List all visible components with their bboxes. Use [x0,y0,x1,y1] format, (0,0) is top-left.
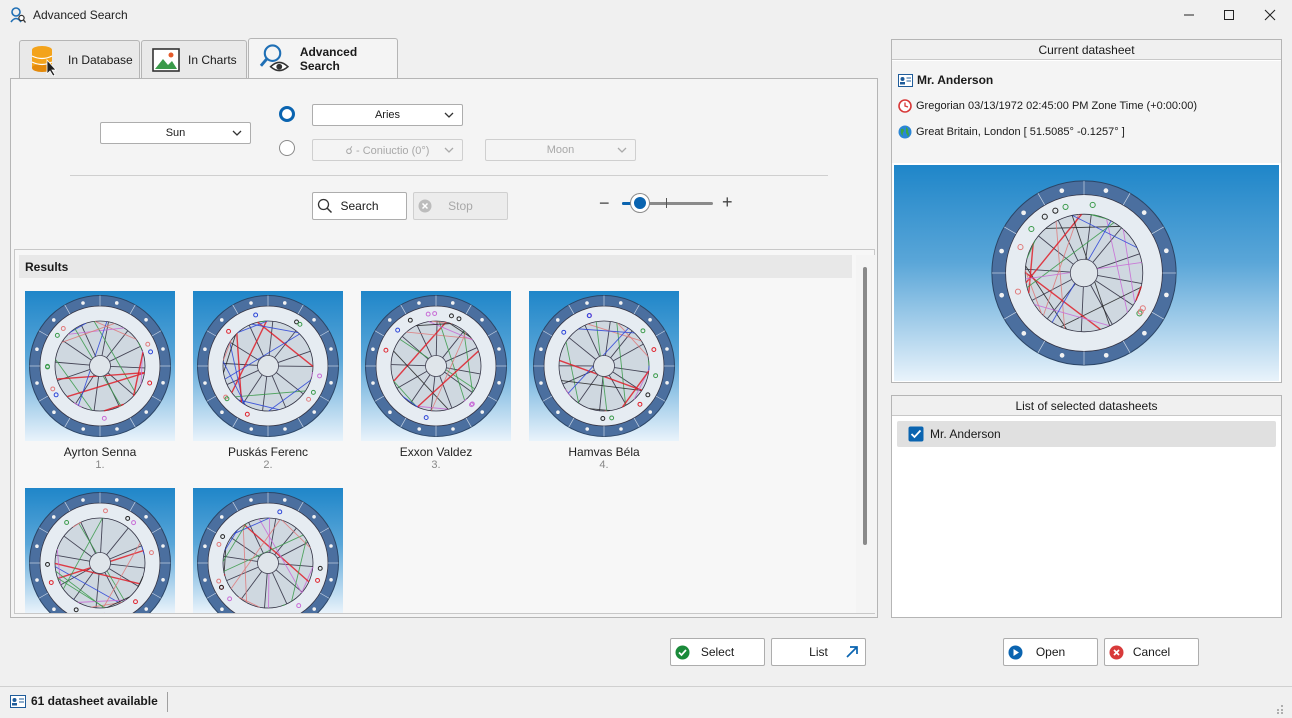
selected-datasheet-label: Mr. Anderson [930,427,1001,441]
cancel-button-label: Cancel [1132,645,1171,659]
checkbox-checked-icon[interactable] [908,426,924,442]
minimize-icon [1184,14,1194,16]
database-icon [31,45,57,76]
tab-label: Advanced Search [299,45,358,73]
planet-select[interactable]: Sun [100,122,251,144]
results-scrollbar[interactable] [856,255,875,613]
current-datasheet-title: Current datasheet [892,40,1281,60]
zoom-slider-tick [666,198,667,208]
astro-wheel-icon [365,295,507,437]
open-button-label: Open [1035,645,1066,659]
aspect-planet-select[interactable]: Moon [485,139,636,161]
zoom-in-button[interactable]: + [722,192,733,213]
astro-wheel-icon [29,295,171,437]
result-index: 2. [263,459,273,471]
result-chart-thumbnail[interactable] [25,488,175,613]
maximize-icon [1224,10,1234,20]
result-chart-thumbnail[interactable] [361,291,511,441]
result-chart-thumbnail[interactable] [529,291,679,441]
window-title: Advanced Search [33,8,128,22]
sign-select-value: Aries [374,109,401,121]
result-name: Ayrton Senna [63,445,137,459]
result-index: 4. [599,459,609,471]
criteria-divider [70,175,828,176]
play-circle-icon [1008,645,1023,660]
current-chart-image [894,165,1279,381]
status-text: 61 datasheet available [31,694,158,708]
result-index: 1. [95,459,105,471]
title-bar: Advanced Search [0,0,1292,30]
result-name: Exxon Valdez [399,445,473,459]
close-icon [1264,9,1276,21]
id-card-icon [898,73,913,87]
search-button-label: Search [340,199,379,213]
list-button-label: List [809,645,828,659]
datasheet-location-row: Great Britain, London [ 51.5085° -0.1257… [898,125,1125,139]
clock-icon [898,99,912,113]
selected-datasheet-item[interactable]: Mr. Anderson [897,421,1276,447]
aspect-mode-radio[interactable] [279,140,295,156]
check-circle-icon [675,645,690,660]
close-button[interactable] [1250,0,1290,30]
astro-wheel-icon [533,295,675,437]
maximize-button[interactable] [1209,0,1249,30]
tab-advanced-search[interactable]: Advanced Search [248,38,398,79]
arrow-up-right-icon [846,646,858,658]
search-icon [317,198,333,214]
status-divider [167,692,168,712]
datasheet-name: Mr. Anderson [917,73,994,87]
datasheet-datetime: Gregorian 03/13/1972 02:45:00 PM Zone Ti… [916,100,1197,112]
list-button[interactable]: List [771,638,866,666]
chevron-down-icon [617,147,627,153]
astro-wheel-icon [197,492,339,613]
result-name: Puskás Ferenc [227,445,309,459]
sign-mode-radio[interactable] [279,106,295,122]
globe-icon [898,125,912,139]
search-user-icon [10,7,27,23]
astro-wheel-icon [197,295,339,437]
select-button-label: Select [700,645,735,659]
cancel-circle-icon [1109,645,1124,660]
results-header: Results [19,255,852,278]
chevron-down-icon [444,147,454,153]
resize-grip-icon[interactable] [1274,704,1284,714]
image-icon [152,47,180,72]
datasheet-location: Great Britain, London [ 51.5085° -0.1257… [916,126,1125,138]
stop-icon [418,199,432,213]
aspect-select[interactable]: ☌ - Coniuctio (0°) [312,139,463,161]
open-button[interactable]: Open [1003,638,1098,666]
status-datasheet-count: 61 datasheet available [10,694,158,708]
result-chart-thumbnail[interactable] [25,291,175,441]
result-name: Hamvas Béla [568,445,640,459]
stop-button-label: Stop [448,199,473,213]
zoom-out-button[interactable]: − [599,193,610,214]
tab-in-charts[interactable]: In Charts [141,40,247,78]
tab-label: In Charts [188,52,237,67]
result-chart-thumbnail[interactable] [193,291,343,441]
aspect-select-value: ☌ - Coniuctio (0°) [345,144,430,157]
chevron-down-icon [444,112,454,118]
chevron-down-icon [232,130,242,136]
id-card-icon [10,694,26,708]
sign-select[interactable]: Aries [312,104,463,126]
minimize-button[interactable] [1169,0,1209,30]
tab-label: In Database [68,52,133,67]
aspect-planet-select-value: Moon [546,144,575,156]
astro-wheel-icon [991,180,1177,366]
results-scrollbar-thumb[interactable] [863,267,867,545]
datasheet-datetime-row: Gregorian 03/13/1972 02:45:00 PM Zone Ti… [898,99,1197,113]
select-button[interactable]: Select [670,638,765,666]
planet-select-value: Sun [165,127,186,139]
stop-button[interactable]: Stop [413,192,508,220]
status-bar: 61 datasheet available [0,686,1292,718]
tab-in-database[interactable]: In Database [19,40,140,78]
cancel-button[interactable]: Cancel [1104,638,1199,666]
selected-datasheets-title: List of selected datasheets [892,396,1281,416]
result-chart-thumbnail[interactable] [193,488,343,613]
astro-wheel-icon [29,492,171,613]
result-index: 3. [431,459,441,471]
search-eye-icon [259,44,290,72]
search-button[interactable]: Search [312,192,407,220]
datasheet-name-row: Mr. Anderson [898,73,993,87]
